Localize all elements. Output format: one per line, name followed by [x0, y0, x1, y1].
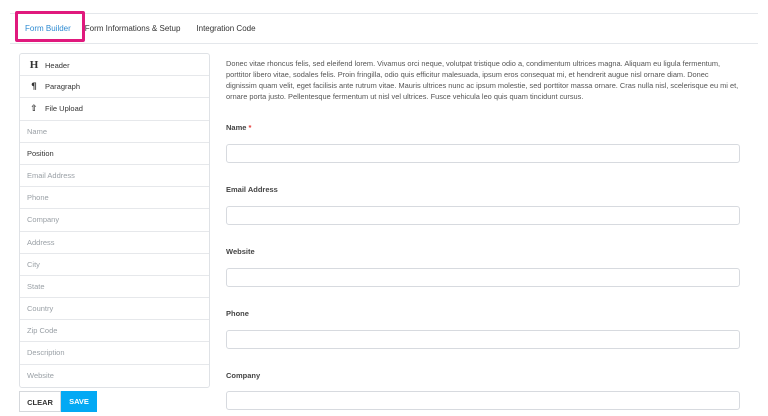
- name-field[interactable]: [226, 144, 740, 163]
- tab-bar: Form Builder Form Informations & Setup I…: [15, 15, 264, 43]
- tabs-divider: [10, 43, 758, 44]
- field-palette: H Header ¶ Paragraph ⇧ File Upload Name Pos…: [19, 53, 210, 388]
- label-text: Name: [226, 123, 247, 132]
- palette-item-address[interactable]: Address: [20, 232, 209, 254]
- paragraph-icon: ¶: [31, 82, 37, 93]
- website-field[interactable]: [226, 268, 740, 287]
- palette-item-zip-code[interactable]: Zip Code: [20, 320, 209, 343]
- tab-integration-code[interactable]: Integration Code: [188, 18, 263, 40]
- palette-item-country[interactable]: Country: [20, 298, 209, 321]
- field-label-company: Company: [226, 371, 261, 380]
- palette-item-website[interactable]: Website: [20, 365, 209, 387]
- palette-actions: CLEAR SAVE: [19, 391, 97, 412]
- required-marker: *: [248, 123, 252, 132]
- tab-form-informations-setup[interactable]: Form Informations & Setup: [77, 18, 189, 40]
- top-divider: [10, 13, 758, 14]
- clear-button[interactable]: CLEAR: [19, 391, 61, 412]
- heading-icon: H: [29, 59, 39, 71]
- palette-item-file-upload[interactable]: ⇧ File Upload: [20, 98, 209, 121]
- field-label-website: Website: [226, 247, 255, 256]
- palette-item-phone[interactable]: Phone: [20, 187, 209, 210]
- palette-item-description[interactable]: Description: [20, 342, 209, 365]
- tab-form-builder[interactable]: Form Builder: [19, 18, 77, 41]
- field-label-phone: Phone: [226, 309, 249, 318]
- upload-icon: ⇧: [30, 104, 38, 115]
- palette-item-position[interactable]: Position: [20, 143, 209, 165]
- form-description: Donec vitae rhoncus felis, sed eleifend …: [226, 59, 739, 101]
- form-preview: Donec vitae rhoncus felis, sed eleifend …: [226, 58, 740, 102]
- phone-field[interactable]: [226, 330, 740, 349]
- field-label-name: Name *: [226, 123, 251, 132]
- email-field[interactable]: [226, 206, 740, 225]
- palette-item-label: Paragraph: [45, 82, 81, 92]
- palette-item-header[interactable]: H Header: [20, 54, 209, 77]
- palette-item-label: Header: [45, 61, 70, 70]
- palette-item-label: File Upload: [45, 104, 83, 114]
- field-label-email-address: Email Address: [226, 185, 278, 194]
- form-builder-panel: Form Builder Form Informations & Setup I…: [0, 0, 768, 416]
- save-button[interactable]: SAVE: [61, 391, 97, 412]
- company-field[interactable]: [226, 391, 740, 410]
- palette-item-paragraph[interactable]: ¶ Paragraph: [20, 76, 209, 99]
- palette-item-name[interactable]: Name: [20, 121, 209, 143]
- palette-item-state[interactable]: State: [20, 276, 209, 299]
- palette-item-city[interactable]: City: [20, 254, 209, 276]
- palette-item-email-address[interactable]: Email Address: [20, 165, 209, 188]
- palette-item-company[interactable]: Company: [20, 209, 209, 232]
